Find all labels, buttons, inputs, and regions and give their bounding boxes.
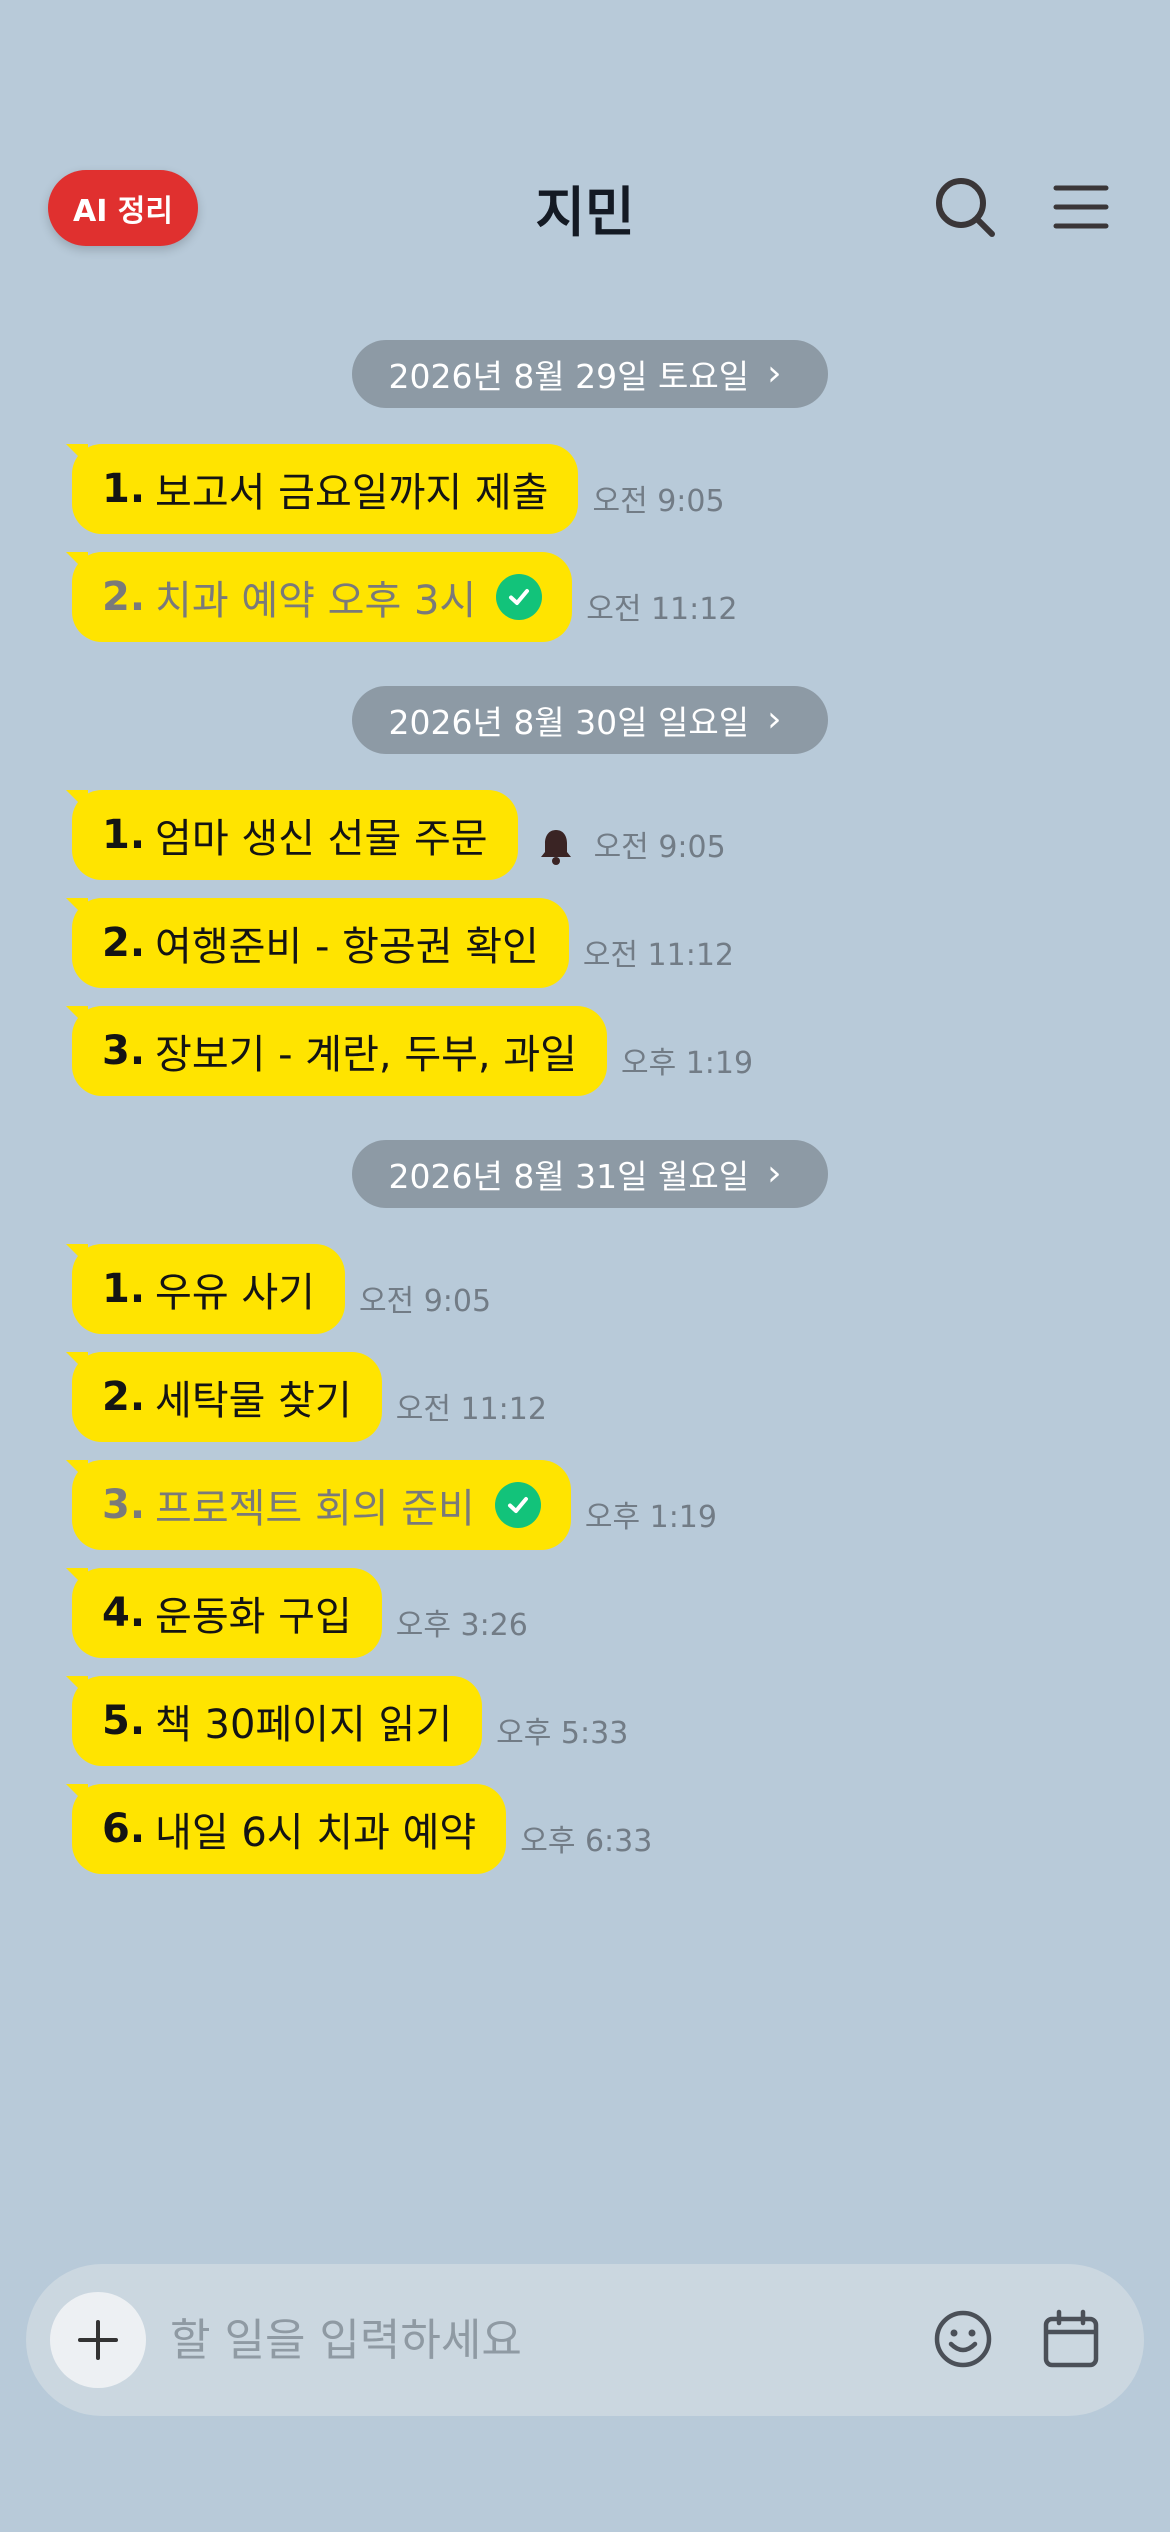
task-number: 4. bbox=[102, 1590, 146, 1636]
task-bubble[interactable]: 3. 프로젝트 회의 준비 bbox=[66, 1460, 571, 1550]
date-pill[interactable]: 2026년 8월 30일 일요일 › bbox=[352, 686, 828, 754]
chevron-right-icon: › bbox=[767, 1153, 782, 1194]
task-bubble[interactable]: 1. 우유 사기 bbox=[66, 1244, 345, 1334]
task-row: 3. 장보기 - 계란, 두부, 과일 오후 1:19 bbox=[66, 1006, 1170, 1096]
task-row: 2. 여행준비 - 항공권 확인 오전 11:12 bbox=[66, 898, 1170, 988]
task-bubble[interactable]: 1. 엄마 생신 선물 주문 bbox=[66, 790, 518, 880]
task-number: 3. bbox=[102, 1028, 146, 1074]
task-text: 우유 사기 bbox=[155, 1270, 315, 1316]
task-text: 장보기 - 계란, 두부, 과일 bbox=[155, 1032, 577, 1078]
task-bubble[interactable]: 4. 운동화 구입 bbox=[66, 1568, 382, 1658]
task-row: 1. 보고서 금요일까지 제출 오전 9:05 bbox=[65, 444, 1170, 534]
date-label: 2026년 8월 31일 월요일 bbox=[388, 1157, 750, 1196]
bell-icon[interactable] bbox=[538, 826, 574, 866]
date-pill[interactable]: 2026년 8월 31일 월요일 › bbox=[352, 1140, 828, 1208]
task-text: 운동화 구입 bbox=[155, 1594, 352, 1640]
date-label: 2026년 8월 30일 일요일 bbox=[388, 703, 750, 742]
task-text: 프로젝트 회의 준비 bbox=[155, 1486, 475, 1532]
menu-icon[interactable] bbox=[1046, 172, 1116, 242]
emoji-icon[interactable] bbox=[930, 2306, 996, 2372]
task-text: 여행준비 - 항공권 확인 bbox=[155, 924, 539, 970]
chevron-right-icon: › bbox=[767, 699, 782, 740]
task-time: 오전 9:05 bbox=[358, 1284, 492, 1319]
task-time: 오후 6:33 bbox=[520, 1824, 653, 1859]
task-row: 1. 엄마 생신 선물 주문 오전 9:05 bbox=[66, 790, 1170, 880]
task-row: 6. 내일 6시 치과 예약 오후 6:33 bbox=[65, 1784, 1170, 1874]
task-bubble[interactable]: 2. 치과 예약 오후 3시 bbox=[65, 552, 573, 642]
task-bubble[interactable]: 1. 보고서 금요일까지 제출 bbox=[65, 444, 579, 534]
task-bubble[interactable]: 3. 장보기 - 계란, 두부, 과일 bbox=[66, 1006, 607, 1096]
task-row: 4. 운동화 구입 오후 3:26 bbox=[66, 1568, 1170, 1658]
task-text: 세탁물 찾기 bbox=[155, 1378, 352, 1424]
date-pill-wrap: 2026년 8월 30일 일요일 › bbox=[0, 686, 1170, 754]
date-pill-wrap: 2026년 8월 31일 월요일 › bbox=[0, 1140, 1170, 1208]
day-section: 2026년 8월 31일 월요일 › 1. 우유 사기 오전 9:05 2. 세탁물 찾기 오… bbox=[0, 1140, 1170, 1874]
task-number: 2. bbox=[102, 574, 146, 620]
task-number: 2. bbox=[102, 920, 146, 966]
day-section: 2026년 8월 30일 일요일 › 1. 엄마 생신 선물 주문 오전 9:05 2. 여… bbox=[0, 686, 1170, 1096]
task-time: 오후 1:19 bbox=[620, 1046, 754, 1081]
task-time: 오전 11:12 bbox=[582, 938, 735, 973]
task-time: 오전 9:05 bbox=[593, 830, 726, 865]
add-button[interactable] bbox=[50, 2292, 146, 2388]
task-time: 오전 11:12 bbox=[395, 1392, 547, 1427]
chat-list: 2026년 8월 29일 토요일 › 1. 보고서 금요일까지 제출 오전 9:05 2.… bbox=[0, 340, 1170, 1918]
task-time: 오후 3:26 bbox=[395, 1608, 528, 1643]
task-bubble[interactable]: 5. 책 30페이지 읽기 bbox=[65, 1676, 483, 1766]
task-time: 오전 11:12 bbox=[586, 592, 738, 627]
day-section: 2026년 8월 29일 토요일 › 1. 보고서 금요일까지 제출 오전 9:05 2.… bbox=[0, 340, 1170, 642]
task-number: 1. bbox=[102, 812, 146, 858]
calendar-icon[interactable] bbox=[1038, 2306, 1104, 2372]
task-row: 3. 프로젝트 회의 준비 오후 1:19 bbox=[66, 1460, 1170, 1550]
check-icon bbox=[494, 1482, 541, 1528]
input-bar bbox=[26, 2264, 1144, 2416]
task-number: 5. bbox=[102, 1698, 146, 1744]
task-row: 2. 치과 예약 오후 3시 오전 11:12 bbox=[65, 552, 1170, 642]
plus-icon bbox=[78, 2320, 118, 2360]
search-icon[interactable] bbox=[930, 172, 1000, 242]
date-label: 2026년 8월 29일 토요일 bbox=[388, 357, 750, 396]
task-number: 1. bbox=[102, 466, 146, 512]
task-row: 2. 세탁물 찾기 오전 11:12 bbox=[66, 1352, 1170, 1442]
task-text: 엄마 생신 선물 주문 bbox=[155, 816, 488, 862]
task-input[interactable] bbox=[170, 2300, 910, 2380]
date-pill-wrap: 2026년 8월 29일 토요일 › bbox=[0, 340, 1170, 408]
task-time: 오전 9:05 bbox=[592, 484, 725, 519]
task-bubble[interactable]: 2. 세탁물 찾기 bbox=[66, 1352, 382, 1442]
task-row: 1. 우유 사기 오전 9:05 bbox=[66, 1244, 1170, 1334]
task-text: 보고서 금요일까지 제출 bbox=[155, 470, 549, 516]
task-number: 2. bbox=[102, 1374, 146, 1420]
task-bubble[interactable]: 6. 내일 6시 치과 예약 bbox=[65, 1784, 507, 1874]
task-number: 6. bbox=[102, 1806, 146, 1852]
task-time: 오후 1:19 bbox=[584, 1500, 717, 1535]
task-number: 3. bbox=[102, 1482, 146, 1528]
task-text: 내일 6시 치과 예약 bbox=[155, 1810, 477, 1856]
check-icon bbox=[496, 574, 543, 620]
task-text: 치과 예약 오후 3시 bbox=[155, 578, 477, 624]
chevron-right-icon: › bbox=[767, 353, 782, 394]
task-bubble[interactable]: 2. 여행준비 - 항공권 확인 bbox=[66, 898, 569, 988]
date-pill[interactable]: 2026년 8월 29일 토요일 › bbox=[352, 340, 828, 408]
task-row: 5. 책 30페이지 읽기 오후 5:33 bbox=[65, 1676, 1170, 1766]
task-time: 오후 5:33 bbox=[496, 1716, 629, 1751]
task-text: 책 30페이지 읽기 bbox=[155, 1702, 453, 1748]
task-number: 1. bbox=[102, 1266, 146, 1312]
header: AI 정리 지민 bbox=[0, 0, 1170, 300]
